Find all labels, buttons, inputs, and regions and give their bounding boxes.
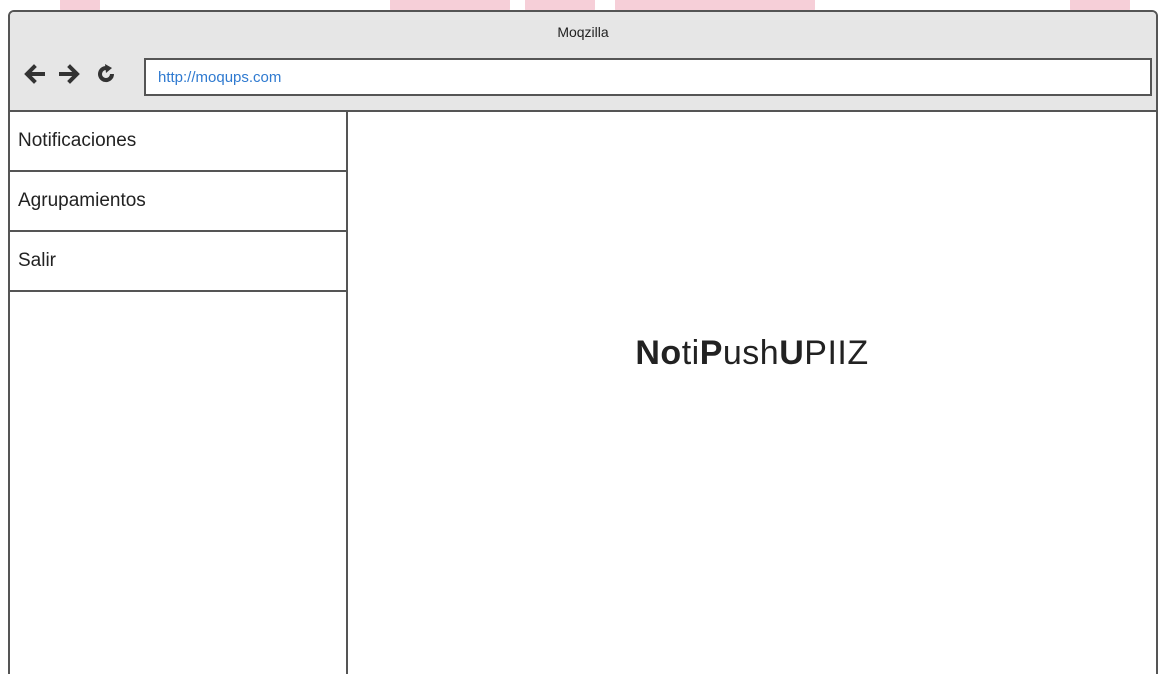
brand-part: P [699, 334, 723, 372]
sidebar-item-agrupamientos[interactable]: Agrupamientos [10, 172, 346, 232]
browser-window: Moqzilla http://moqups.com Notificacione… [8, 10, 1158, 674]
address-bar[interactable]: http://moqups.com [144, 58, 1152, 96]
brand-part: ush [722, 334, 780, 372]
brand-part: ti [681, 334, 700, 372]
main-content: NotiPushUPIIZ [348, 112, 1156, 674]
sidebar-item-salir[interactable]: Salir [10, 232, 346, 292]
url-text: http://moqups.com [158, 68, 282, 86]
title-bar: Moqzilla [10, 12, 1156, 52]
sidebar-item-label: Notificaciones [18, 130, 137, 151]
sidebar-item-label: Agrupamientos [18, 190, 146, 211]
arrow-right-icon[interactable] [56, 60, 84, 88]
arrow-left-icon[interactable] [20, 60, 48, 88]
browser-toolbar: http://moqups.com [10, 52, 1156, 112]
brand-title: NotiPushUPIIZ [348, 334, 1156, 373]
sidebar-item-label: Salir [18, 250, 57, 271]
window-title: Moqzilla [557, 24, 609, 40]
sidebar-item-notificaciones[interactable]: Notificaciones [10, 112, 346, 172]
brand-part: PIIZ [804, 334, 869, 372]
brand-part: U [779, 334, 805, 372]
reload-icon[interactable] [92, 60, 120, 88]
screen: Moqzilla http://moqups.com Notificacione… [0, 0, 1161, 674]
brand-part: No [635, 334, 682, 372]
sidebar: Notificaciones Agrupamientos Salir [10, 112, 348, 674]
